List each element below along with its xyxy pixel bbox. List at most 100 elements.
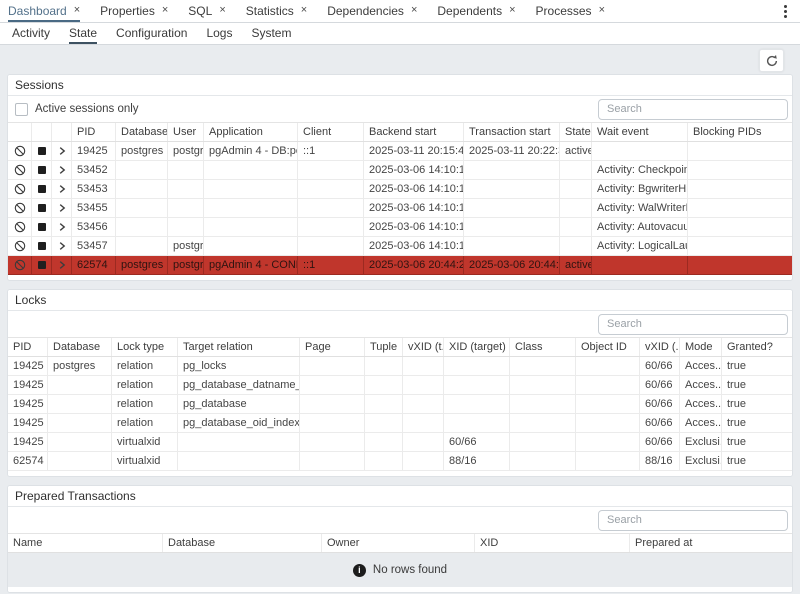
cell-vxid-: 60/66 [640, 433, 680, 451]
lock-row[interactable]: 62574virtualxid88/1688/16Exclusi...true [8, 452, 792, 471]
cell-wait-event: Activity: WalWriterM... [592, 199, 688, 217]
session-row[interactable]: 534532025-03-06 14:10:11 ...Activity: Bg… [8, 180, 792, 199]
lock-row[interactable]: 19425relationpg_database_datname_ind...6… [8, 376, 792, 395]
dashboard-page: Dashboard×Properties×SQL×Statistics×Depe… [0, 0, 800, 594]
cancel-query-button[interactable] [8, 180, 32, 198]
cell-wait-event [592, 142, 688, 160]
cell-blocking-pids [688, 161, 792, 179]
session-row[interactable]: 534552025-03-06 14:10:11 ...Activity: Wa… [8, 199, 792, 218]
tab-label: Properties [100, 4, 155, 18]
cancel-icon [14, 240, 26, 252]
cancel-query-button[interactable] [8, 142, 32, 160]
close-icon[interactable]: × [219, 5, 225, 16]
close-icon[interactable]: × [599, 5, 605, 16]
no-rows-banner: i No rows found [8, 553, 792, 587]
cell-user: postgr... [168, 142, 204, 160]
close-icon[interactable]: × [301, 5, 307, 16]
cell-user [168, 218, 204, 236]
cell-database [116, 180, 168, 198]
tab-properties[interactable]: Properties × [100, 0, 168, 22]
cell-page [300, 357, 365, 375]
cell-target-relation: pg_database_datname_ind... [178, 376, 300, 394]
session-row[interactable]: 62574postgrespostgr...pgAdmin 4 - CONN:6… [8, 256, 792, 275]
session-row[interactable]: 534562025-03-06 14:10:11 ...Activity: Au… [8, 218, 792, 237]
expand-row-button[interactable] [52, 237, 72, 255]
expand-row-button[interactable] [52, 161, 72, 179]
tab-label: SQL [188, 4, 212, 18]
sessions-table: PIDDatabaseUserApplicationClientBackend … [8, 122, 792, 275]
cell-pid: 53453 [72, 180, 116, 198]
tab-processes[interactable]: Processes× [536, 0, 605, 22]
tab-dependents[interactable]: Dependents× [437, 0, 515, 22]
lock-row[interactable]: 19425relationpg_database60/66Acces...tru… [8, 395, 792, 414]
cell-wait-event: Activity: LogicalLaun... [592, 237, 688, 255]
stop-icon [38, 204, 46, 212]
terminate-session-button[interactable] [32, 161, 52, 179]
cell-backend-start: 2025-03-06 14:10:11 ... [364, 237, 464, 255]
tab-sql[interactable]: SQL × [188, 0, 225, 22]
more-options-button[interactable] [781, 0, 790, 22]
cell-pid: 19425 [8, 376, 48, 394]
close-icon[interactable]: × [509, 5, 515, 16]
terminate-session-button[interactable] [32, 199, 52, 217]
expand-row-button[interactable] [52, 218, 72, 236]
terminate-session-button[interactable] [32, 218, 52, 236]
prepared-search-input[interactable] [598, 510, 788, 531]
subtab-logs[interactable]: Logs [206, 23, 232, 44]
kebab-dot [784, 10, 787, 13]
cancel-query-button[interactable] [8, 218, 32, 236]
cell-state [560, 180, 592, 198]
cell-xid-target-: 60/66 [444, 433, 510, 451]
cancel-query-button[interactable] [8, 256, 32, 274]
tab-statistics[interactable]: Statistics× [246, 0, 307, 22]
cell-application [204, 199, 298, 217]
active-sessions-checkbox[interactable] [15, 103, 28, 116]
expand-row-button[interactable] [52, 142, 72, 160]
close-icon[interactable]: × [162, 5, 168, 16]
locks-table: PIDDatabaseLock typeTarget relationPageT… [8, 337, 792, 471]
cell-client: ::1 [298, 142, 364, 160]
table-header-row: NameDatabaseOwnerXIDPrepared at [8, 533, 792, 553]
column-header-prepared-at: Prepared at [630, 534, 792, 552]
tab-dashboard[interactable]: Dashboard× [8, 0, 80, 22]
subtab-configuration[interactable]: Configuration [116, 23, 187, 44]
lock-row[interactable]: 19425postgresrelationpg_locks60/66Acces.… [8, 357, 792, 376]
terminate-session-button[interactable] [32, 142, 52, 160]
dashboard-content: Sessions Active sessions only PIDDatabas… [0, 45, 800, 592]
column-header-pid: PID [72, 123, 116, 141]
session-row[interactable]: 534522025-03-06 14:10:11 ...Activity: Ch… [8, 161, 792, 180]
tab-dependencies[interactable]: Dependencies× [327, 0, 417, 22]
cell-target-relation: pg_database [178, 395, 300, 413]
cell-granted-: true [722, 357, 792, 375]
session-row[interactable]: 19425postgrespostgr...pgAdmin 4 - DB:pos… [8, 142, 792, 161]
refresh-button[interactable] [759, 49, 784, 72]
expand-row-button[interactable] [52, 199, 72, 217]
cell-transaction-start [464, 237, 560, 255]
terminate-session-button[interactable] [32, 256, 52, 274]
sessions-search-input[interactable] [598, 99, 788, 120]
cell-tuple [365, 376, 403, 394]
lock-row[interactable]: 19425virtualxid60/6660/66Exclusi...true [8, 433, 792, 452]
cell-state: active [560, 256, 592, 274]
lock-row[interactable]: 19425relationpg_database_oid_index60/66A… [8, 414, 792, 433]
refresh-row [8, 49, 792, 75]
cell-vxid-t- [403, 414, 444, 432]
cancel-query-button[interactable] [8, 199, 32, 217]
session-row[interactable]: 53457postgr...2025-03-06 14:10:11 ...Act… [8, 237, 792, 256]
cell-vxid-t- [403, 452, 444, 470]
column-header-blocking-pids: Blocking PIDs [688, 123, 792, 141]
terminate-session-button[interactable] [32, 180, 52, 198]
close-icon[interactable]: × [74, 5, 80, 16]
subtab-state[interactable]: State [69, 23, 97, 44]
terminate-session-button[interactable] [32, 237, 52, 255]
close-icon[interactable]: × [411, 5, 417, 16]
subtab-activity[interactable]: Activity [12, 23, 50, 44]
locks-search-input[interactable] [598, 314, 788, 335]
expand-row-button[interactable] [52, 256, 72, 274]
cancel-query-button[interactable] [8, 237, 32, 255]
expand-row-button[interactable] [52, 180, 72, 198]
cancel-query-button[interactable] [8, 161, 32, 179]
subtab-system[interactable]: System [251, 23, 291, 44]
column-header-state: State [560, 123, 592, 141]
cell-target-relation: pg_database_oid_index [178, 414, 300, 432]
